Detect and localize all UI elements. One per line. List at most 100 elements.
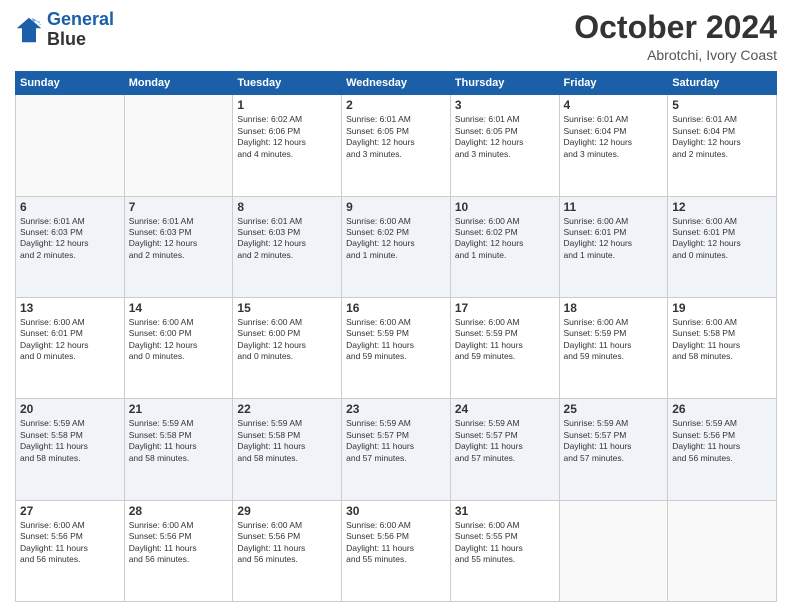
calendar-cell: 6Sunrise: 6:01 AMSunset: 6:03 PMDaylight… [16,196,125,297]
calendar-table: SundayMondayTuesdayWednesdayThursdayFrid… [15,71,777,602]
day-number: 16 [346,301,446,315]
day-info: Sunrise: 6:01 AMSunset: 6:03 PMDaylight:… [237,216,337,262]
title-block: October 2024 Abrotchi, Ivory Coast [574,10,777,63]
day-info: Sunrise: 5:59 AMSunset: 5:57 PMDaylight:… [346,418,446,464]
day-number: 27 [20,504,120,518]
day-number: 25 [564,402,664,416]
header: General Blue October 2024 Abrotchi, Ivor… [15,10,777,63]
day-info: Sunrise: 5:59 AMSunset: 5:57 PMDaylight:… [564,418,664,464]
calendar-week-5: 27 Sunrise: 6:00 AMSunset: 5:56 PMDayligh… [16,500,777,601]
day-number: 17 [455,301,555,315]
day-info: Sunrise: 5:59 AMSunset: 5:56 PMDaylight:… [672,418,772,464]
day-number: 10 [455,200,555,214]
day-number: 8 [237,200,337,214]
month-title: October 2024 [574,10,777,45]
calendar-week-2: 6 Sunrise: 6:01 AMSunset: 6:03 PMDaylight… [16,196,777,297]
day-number: 13 [20,301,120,315]
day-number: 7 [129,200,229,214]
day-number: 31 [455,504,555,518]
col-header-saturday: Saturday [668,72,777,95]
location: Abrotchi, Ivory Coast [574,47,777,63]
calendar-cell: 29 Sunrise: 6:00 AMSunset: 5:56 PMDayligh… [233,500,342,601]
col-header-friday: Friday [559,72,668,95]
calendar-cell: 10 Sunrise: 6:00 AMSunset: 6:02 PMDayligh… [450,196,559,297]
day-number: 9 [346,200,446,214]
day-info: Sunrise: 6:00 AMSunset: 5:58 PMDaylight:… [672,317,772,363]
day-number: 28 [129,504,229,518]
calendar-cell: 3 Sunrise: 6:01 AMSunset: 6:05 PMDaylight… [450,95,559,196]
calendar-cell: 12 Sunrise: 6:00 AMSunset: 6:01 PMDayligh… [668,196,777,297]
day-info: Sunrise: 5:59 AMSunset: 5:58 PMDaylight:… [237,418,337,464]
day-info: Sunrise: 6:00 AMSunset: 6:02 PMDaylight:… [346,216,446,262]
logo-icon [15,16,43,44]
day-number: 2 [346,98,446,112]
day-info: Sunrise: 6:01 AMSunset: 6:03 PMDaylight:… [129,216,229,262]
calendar-week-3: 13Sunrise: 6:00 AMSunset: 6:01 PMDayligh… [16,297,777,398]
calendar-cell: 27 Sunrise: 6:00 AMSunset: 5:56 PMDayligh… [16,500,125,601]
col-header-wednesday: Wednesday [342,72,451,95]
day-info: Sunrise: 6:00 AMSunset: 5:56 PMDaylight:… [346,520,446,566]
day-info: Sunrise: 6:00 AMSunset: 6:02 PMDaylight:… [455,216,555,262]
day-number: 12 [672,200,772,214]
day-info: Sunrise: 6:00 AMSunset: 5:55 PMDaylight:… [455,520,555,566]
calendar-cell: 13Sunrise: 6:00 AMSunset: 6:01 PMDayligh… [16,297,125,398]
calendar-cell: 16Sunrise: 6:00 AMSunset: 5:59 PMDayligh… [342,297,451,398]
calendar-cell: 30Sunrise: 6:00 AMSunset: 5:56 PMDayligh… [342,500,451,601]
calendar-cell: 23 Sunrise: 5:59 AMSunset: 5:57 PMDayligh… [342,399,451,500]
day-number: 3 [455,98,555,112]
day-info: Sunrise: 6:00 AMSunset: 6:01 PMDaylight:… [672,216,772,262]
day-info: Sunrise: 6:00 AMSunset: 5:56 PMDaylight:… [237,520,337,566]
calendar-cell: 20Sunrise: 5:59 AMSunset: 5:58 PMDayligh… [16,399,125,500]
calendar-cell: 22Sunrise: 5:59 AMSunset: 5:58 PMDayligh… [233,399,342,500]
calendar-cell: 18 Sunrise: 6:00 AMSunset: 5:59 PMDayligh… [559,297,668,398]
day-number: 20 [20,402,120,416]
calendar-cell: 24Sunrise: 5:59 AMSunset: 5:57 PMDayligh… [450,399,559,500]
logo-line2: Blue [47,30,114,50]
day-info: Sunrise: 6:00 AMSunset: 5:59 PMDaylight:… [564,317,664,363]
day-info: Sunrise: 6:01 AMSunset: 6:04 PMDaylight:… [564,114,664,160]
day-number: 21 [129,402,229,416]
calendar-cell: 17Sunrise: 6:00 AMSunset: 5:59 PMDayligh… [450,297,559,398]
calendar-cell: 7 Sunrise: 6:01 AMSunset: 6:03 PMDaylight… [124,196,233,297]
logo-line1: General [47,9,114,29]
logo: General Blue [15,10,114,50]
calendar-week-4: 20 Sunrise: 5:59 AMSunset: 5:58 PMDayligh… [16,399,777,500]
calendar-cell [16,95,125,196]
day-number: 15 [237,301,337,315]
day-info: Sunrise: 6:01 AMSunset: 6:05 PMDaylight:… [455,114,555,160]
day-number: 19 [672,301,772,315]
day-number: 18 [564,301,664,315]
calendar-cell: 1Sunrise: 6:02 AMSunset: 6:06 PMDaylight… [233,95,342,196]
day-number: 11 [564,200,664,214]
day-info: Sunrise: 6:01 AMSunset: 6:05 PMDaylight:… [346,114,446,160]
calendar-cell: 5 Sunrise: 6:01 AMSunset: 6:04 PMDaylight… [668,95,777,196]
day-info: Sunrise: 6:00 AMSunset: 5:56 PMDaylight:… [20,520,120,566]
calendar-cell: 28 Sunrise: 6:00 AMSunset: 5:56 PMDayligh… [124,500,233,601]
calendar-cell: 2 Sunrise: 6:01 AMSunset: 6:05 PMDaylight… [342,95,451,196]
day-number: 23 [346,402,446,416]
calendar-cell: 8 Sunrise: 6:01 AMSunset: 6:03 PMDaylight… [233,196,342,297]
col-header-monday: Monday [124,72,233,95]
logo-text: General Blue [47,10,114,50]
col-header-tuesday: Tuesday [233,72,342,95]
calendar-cell: 4 Sunrise: 6:01 AMSunset: 6:04 PMDaylight… [559,95,668,196]
calendar-cell: 11 Sunrise: 6:00 AMSunset: 6:01 PMDayligh… [559,196,668,297]
calendar-cell: 19 Sunrise: 6:00 AMSunset: 5:58 PMDayligh… [668,297,777,398]
day-number: 14 [129,301,229,315]
day-info: Sunrise: 6:00 AMSunset: 6:01 PMDaylight:… [564,216,664,262]
day-info: Sunrise: 6:01 AMSunset: 6:04 PMDaylight:… [672,114,772,160]
day-number: 4 [564,98,664,112]
day-number: 1 [237,98,337,112]
day-number: 29 [237,504,337,518]
calendar-cell: 25 Sunrise: 5:59 AMSunset: 5:57 PMDayligh… [559,399,668,500]
calendar-cell [668,500,777,601]
day-number: 26 [672,402,772,416]
calendar-cell [124,95,233,196]
calendar-week-1: 1Sunrise: 6:02 AMSunset: 6:06 PMDaylight… [16,95,777,196]
day-number: 5 [672,98,772,112]
day-info: Sunrise: 5:59 AMSunset: 5:58 PMDaylight:… [129,418,229,464]
day-info: Sunrise: 6:00 AMSunset: 5:56 PMDaylight:… [129,520,229,566]
calendar-cell: 26 Sunrise: 5:59 AMSunset: 5:56 PMDayligh… [668,399,777,500]
day-number: 6 [20,200,120,214]
col-header-sunday: Sunday [16,72,125,95]
